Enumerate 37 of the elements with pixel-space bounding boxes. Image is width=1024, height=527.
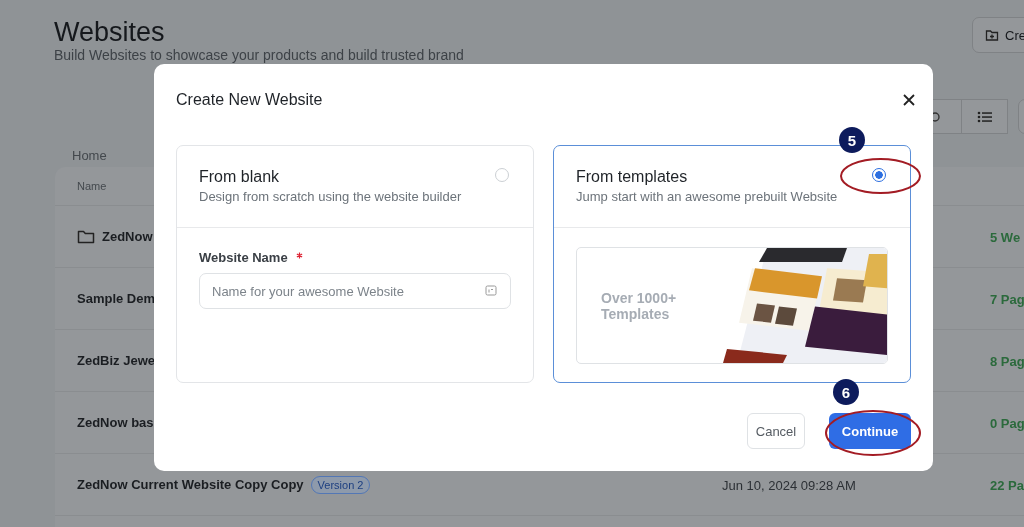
website-name-field[interactable]: Name for your awesome Website (199, 273, 511, 309)
folder-icon (77, 228, 95, 245)
page-count: 22 Pa (990, 477, 1024, 493)
text-field-icon (485, 285, 497, 297)
continue-button[interactable]: Continue (829, 413, 911, 449)
step-badge: 6 (833, 379, 859, 405)
banner-text: Over 1000+ Templates (601, 289, 678, 322)
page-count: 0 Pag (990, 415, 1024, 431)
option-card[interactable]: From blank Design from scratch using the website builder Website Name Name for your awesome Website (176, 145, 534, 383)
website-name[interactable]: Sample Dem (77, 291, 156, 306)
website-name[interactable]: ZedNow bas (77, 415, 154, 430)
radio-button[interactable] (872, 168, 886, 182)
cancel-button[interactable]: Cancel (747, 413, 805, 449)
page-count: 5 We (990, 229, 1021, 245)
date-cell: Jun 10, 2024 09:28 AM (722, 477, 856, 493)
step-badge: 5 (839, 127, 865, 153)
close-button[interactable] (901, 92, 917, 108)
dialog-title: Create New Website (176, 91, 323, 109)
field-label: Website Name (199, 250, 288, 265)
page-count: 8 Pag (990, 353, 1024, 369)
list-icon (976, 109, 993, 124)
column-header: Name (77, 180, 108, 192)
website-name[interactable]: ZedBiz Jewe (77, 353, 156, 368)
page-count: 7 Pag (990, 291, 1024, 307)
option-description: Design from scratch using the website builder (199, 189, 462, 204)
option-description: Jump start with an awesome prebuilt Website (576, 189, 838, 204)
website-name[interactable]: ZedNow Current Website Copy Copy (77, 477, 304, 492)
option-title: From templates (576, 168, 689, 186)
page-subtitle: Build Websites to showcase your products and build trusted brand (54, 47, 465, 63)
page-title: Websites (54, 17, 166, 47)
website-name[interactable]: ZedNow (102, 229, 153, 244)
version-badge: Version 2 (310, 475, 371, 494)
folder-plus-icon (985, 28, 999, 42)
option-title: From blank (199, 168, 281, 186)
list-view-button[interactable] (962, 99, 1008, 134)
close-icon (903, 94, 915, 106)
option-card[interactable]: From templates Jump start with an awesome prebuilt Website Over 1000+ Templates (553, 145, 911, 383)
